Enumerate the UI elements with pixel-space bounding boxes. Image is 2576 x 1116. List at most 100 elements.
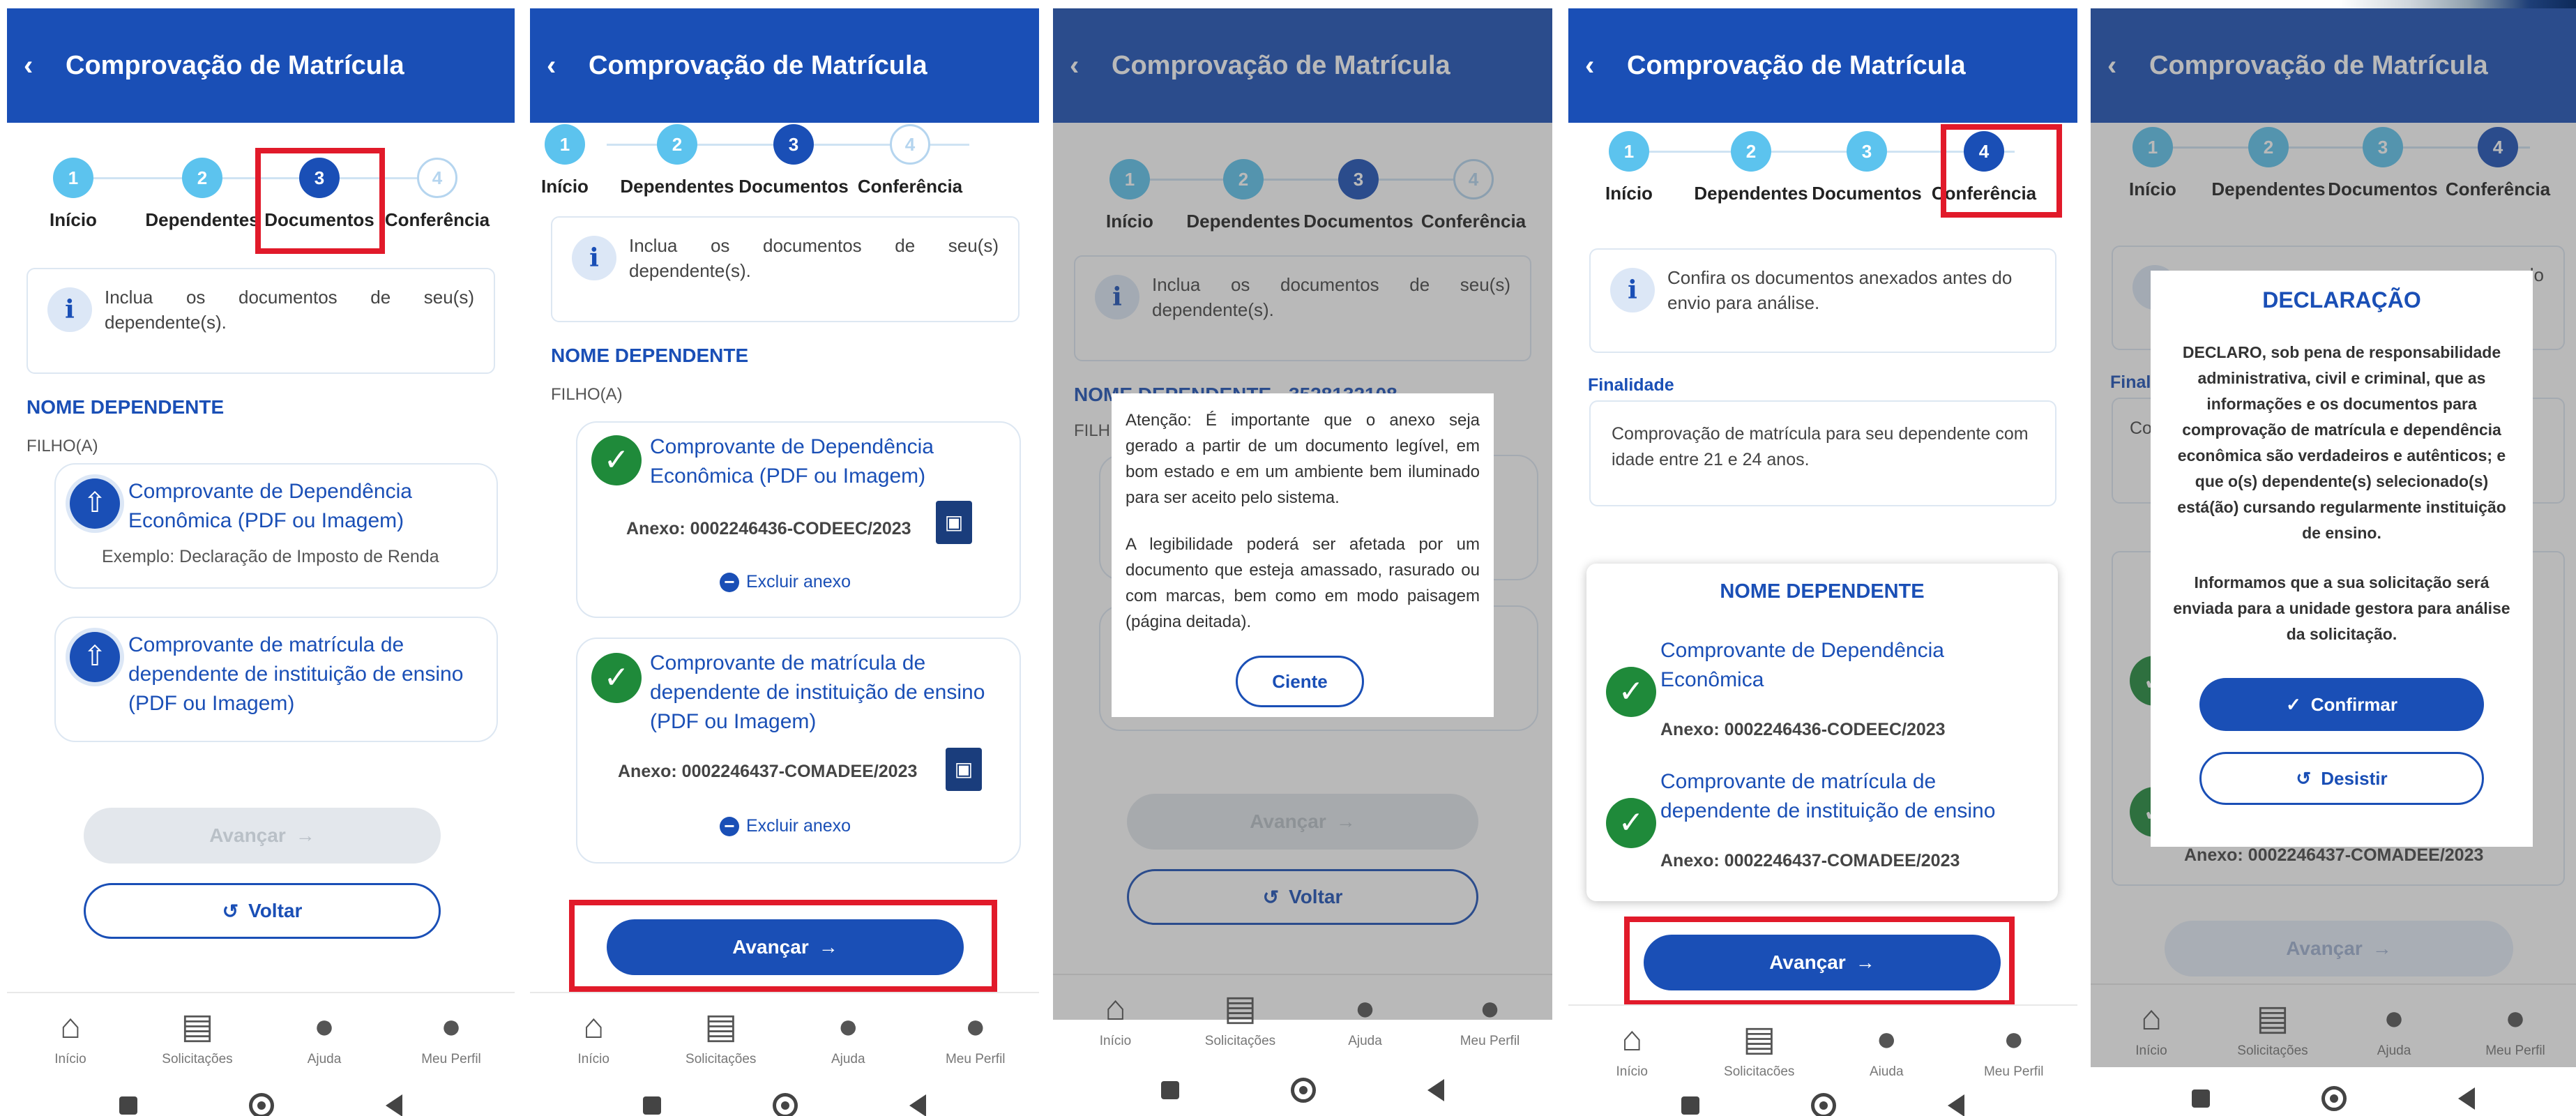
back-arrow-icon[interactable]: ‹ — [547, 50, 589, 82]
nav-ajuda[interactable]: ● Ajuda — [785, 993, 912, 1076]
user-icon: ● — [964, 1006, 986, 1046]
next-button[interactable]: Avançar → — [1644, 935, 2001, 990]
card-title: Comprovante de matrícula de dependente d… — [128, 633, 464, 715]
info-icon: i — [572, 236, 616, 280]
back-system-icon[interactable] — [909, 1094, 926, 1116]
back-button[interactable]: ↺ Voltar — [84, 883, 441, 939]
check-icon: ✓ — [1606, 798, 1656, 848]
step-dependentes: 2 Dependentes — [1685, 131, 1817, 204]
upload-icon: ⇧ — [70, 632, 120, 682]
dependent-name: NOME DEPENDENTE — [26, 396, 225, 418]
arrow-right-icon: → — [818, 936, 838, 958]
back-system-icon[interactable] — [1948, 1094, 1964, 1116]
back-system-icon[interactable] — [2458, 1087, 2475, 1110]
app-header: ‹ Comprovação de Matrícula — [1568, 8, 2077, 123]
chat-icon: ● — [1876, 1019, 1897, 1058]
step-documentos: 3 Documentos — [727, 124, 860, 197]
user-icon: ● — [440, 1006, 462, 1046]
step-dependentes: 2 Dependentes — [136, 158, 268, 231]
bottom-nav: ⌂ Início ▤ Solicitações ● Ajuda ● Meu Perfil — [7, 992, 515, 1076]
annex-id: Anexo: 0002246437-COMADEE/2023 — [1660, 851, 1960, 870]
recent-apps-icon[interactable] — [643, 1096, 661, 1115]
card-title: Comprovante de matrícula de dependente d… — [650, 651, 985, 733]
upload-card-dependencia[interactable]: ⇧ Comprovante de Dependência Econômica (… — [54, 463, 498, 589]
home-system-icon[interactable] — [2321, 1086, 2347, 1111]
upload-card-matricula[interactable]: ⇧ Comprovante de matrícula de dependente… — [54, 617, 498, 742]
screen-attention-dialog: ‹ Comprovação de Matrícula 1 Início 2 Depe… — [1053, 8, 1552, 1116]
home-system-icon[interactable] — [773, 1093, 798, 1116]
next-button[interactable]: Avançar → — [607, 919, 964, 975]
home-system-icon[interactable] — [249, 1093, 274, 1116]
step-dependentes: 2 Dependentes — [611, 124, 743, 197]
home-icon: ⌂ — [583, 1006, 605, 1046]
home-system-icon[interactable] — [1291, 1078, 1316, 1103]
arrow-right-icon: → — [295, 824, 315, 846]
nav-perfil[interactable]: ● Meu Perfil — [912, 993, 1040, 1076]
undo-icon: ↺ — [222, 900, 239, 922]
ack-button[interactable]: Ciente — [1236, 656, 1364, 707]
info-box: i Confira os documentos anexados antes d… — [1589, 248, 2056, 353]
image-file-icon[interactable]: ▣ — [936, 501, 972, 544]
declaration-text: DECLARO, sob pena de responsabilidade ad… — [2177, 343, 2506, 542]
image-file-icon[interactable]: ▣ — [946, 748, 982, 791]
nav-solicitacoes[interactable]: ▤ Solicitações — [658, 993, 785, 1076]
info-text: Inclua os documentos de seu(s) dependent… — [105, 287, 474, 333]
screen-declaration: ‹ Comprovação de Matrícula 1 Início 2 Depe… — [2091, 8, 2576, 1116]
back-arrow-icon[interactable]: ‹ — [24, 50, 66, 82]
confirm-button[interactable]: ✓ Confirmar — [2199, 678, 2484, 731]
finalidade-label: Finalidade — [1588, 375, 1674, 395]
info-box: i Inclua os documentos de seu(s) depende… — [26, 268, 495, 374]
nav-ajuda[interactable]: ● Ajuda — [261, 993, 388, 1076]
attached-card-matricula: ✓ Comprovante de matrícula de dependente… — [576, 638, 1021, 864]
remove-annex-button[interactable]: − Excluir anexo — [720, 572, 851, 592]
conference-panel: NOME DEPENDENTE ✓ Comprovante de Dependê… — [1586, 564, 2058, 901]
app-header: ‹ Comprovação de Matrícula — [7, 8, 515, 123]
arrow-right-icon: → — [1855, 951, 1875, 973]
back-system-icon[interactable] — [386, 1094, 402, 1116]
annex-id: Anexo: 0002246436-CODEEC/2023 — [626, 519, 911, 538]
upload-icon: ⇧ — [70, 478, 120, 529]
step-conferencia: 4 Conferência — [371, 158, 503, 231]
screen-conference: ‹ Comprovação de Matrícula 1 Início 2 Depe… — [1568, 8, 2077, 1116]
dependent-name: NOME DEPENDENTE — [551, 345, 749, 366]
declaration-title: DECLARAÇÃO — [2262, 287, 2421, 312]
info-box: i Inclua os documentos de seu(s) depende… — [551, 216, 1020, 322]
clipboard-icon: ▤ — [181, 1006, 214, 1046]
recent-apps-icon[interactable] — [1161, 1081, 1179, 1099]
check-icon: ✓ — [591, 435, 642, 485]
chat-icon: ● — [838, 1006, 859, 1046]
back-arrow-icon[interactable]: ‹ — [1585, 50, 1627, 82]
tutorial-canvas: ‹ Comprovação de Matrícula 1 Início 2 Depe… — [0, 0, 2576, 1116]
info-text: Inclua os documentos de seu(s) dependent… — [629, 235, 999, 281]
step-conferencia: 4 Conferência — [844, 124, 976, 197]
page-title: Comprovação de Matrícula — [589, 50, 927, 80]
system-nav — [1053, 1060, 1552, 1116]
recent-apps-icon[interactable] — [2192, 1089, 2210, 1108]
finalidade-panel: Comprovação de matrícula para seu depend… — [1589, 400, 2056, 506]
remove-annex-button[interactable]: − Excluir anexo — [720, 816, 851, 836]
card-example: Exemplo: Declaração de Imposto de Renda — [102, 547, 439, 566]
nav-solicitacoes[interactable]: ▤ Solicitações — [134, 993, 261, 1076]
attention-dialog: Atenção: É importante que o anexo seja g… — [1112, 393, 1494, 717]
minus-circle-icon: − — [720, 816, 739, 836]
recent-apps-icon[interactable] — [119, 1096, 137, 1115]
check-icon: ✓ — [1606, 667, 1656, 717]
nav-inicio[interactable]: ⌂ Início — [7, 993, 134, 1076]
screen-documents-attached: ‹ Comprovação de Matrícula 1 Início 2 Depe… — [530, 8, 1039, 1116]
highlight-box — [1941, 124, 2062, 218]
recent-apps-icon[interactable] — [1681, 1096, 1699, 1115]
attached-card-dependencia: ✓ Comprovante de Dependência Econômica (… — [576, 421, 1021, 618]
nav-perfil[interactable]: ● Meu Perfil — [388, 993, 515, 1076]
next-button[interactable]: Avançar → — [84, 808, 441, 864]
finalidade-text: Comprovação de matrícula para seu depend… — [1612, 424, 2029, 469]
step-inicio: 1 Início — [1568, 131, 1695, 204]
page-title: Comprovação de Matrícula — [1627, 50, 1966, 80]
nav-inicio[interactable]: ⌂ Início — [530, 993, 658, 1076]
attention-text-2: A legibilidade poderá ser afetada por um… — [1126, 535, 1480, 631]
annex-id: Anexo: 0002246437-COMADEE/2023 — [618, 762, 918, 781]
cancel-button[interactable]: ↺ Desistir — [2199, 752, 2484, 805]
system-nav — [1568, 1076, 2077, 1116]
home-system-icon[interactable] — [1811, 1093, 1836, 1116]
back-system-icon[interactable] — [1427, 1079, 1444, 1101]
step-documentos: 3 Documentos — [1801, 131, 1933, 204]
